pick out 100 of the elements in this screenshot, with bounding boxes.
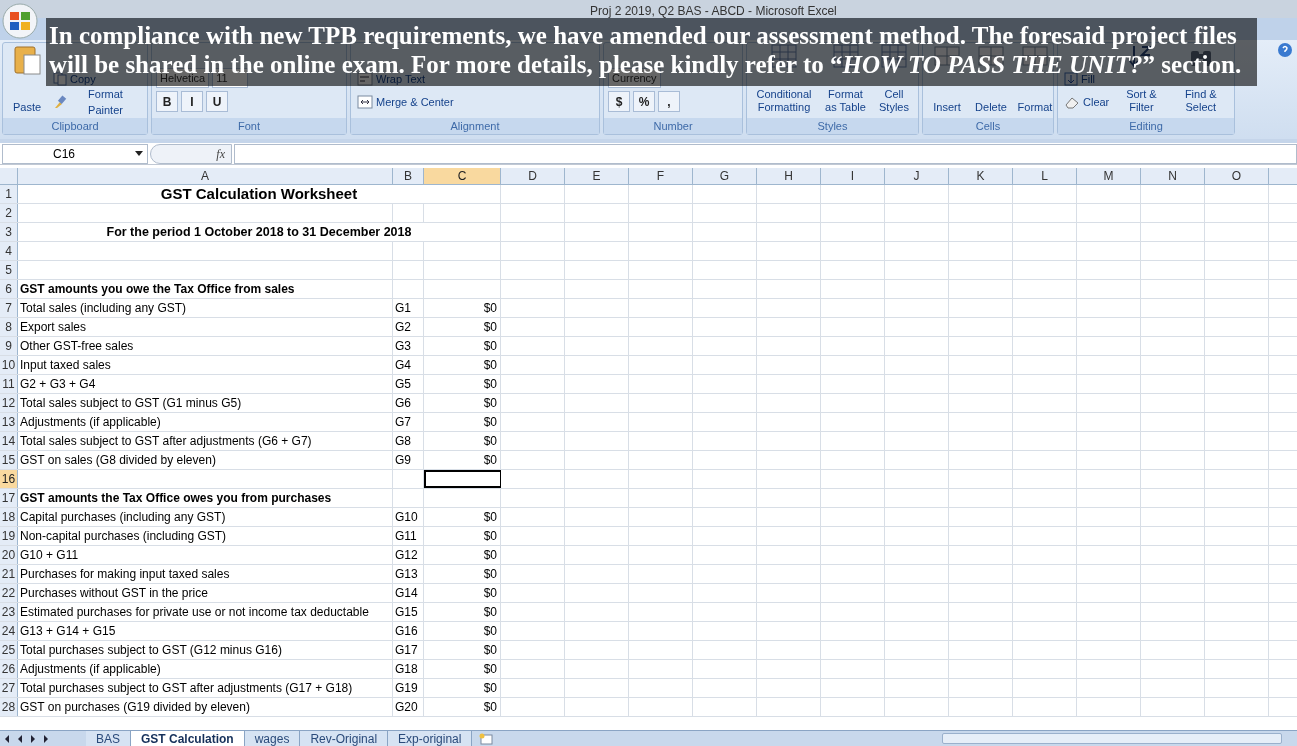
scroll-right-icon[interactable] — [42, 733, 50, 744]
scroll-right-icon[interactable] — [29, 733, 37, 744]
ribbon-button[interactable]: Merge & Center — [355, 92, 456, 112]
row-header[interactable]: 15 — [0, 451, 18, 469]
name-box[interactable]: C16 — [2, 143, 148, 164]
column-header[interactable]: K — [949, 168, 1013, 184]
active-cell[interactable] — [424, 470, 501, 488]
row-header[interactable]: 5 — [0, 261, 18, 279]
group-label: Number — [604, 118, 742, 134]
row-header[interactable]: 22 — [0, 584, 18, 602]
cell-reference: C16 — [53, 145, 75, 163]
table-cell: G19 — [393, 679, 424, 697]
formula-field[interactable] — [234, 143, 1297, 164]
table-cell: $0 — [424, 584, 501, 602]
row-header[interactable]: 4 — [0, 242, 18, 260]
table-cell: $0 — [424, 394, 501, 412]
scroll-left-icon[interactable] — [3, 733, 11, 744]
table-cell: $0 — [424, 451, 501, 469]
row-header[interactable]: 27 — [0, 679, 18, 697]
row-header[interactable]: 17 — [0, 489, 18, 507]
sheet-tab[interactable]: wages — [244, 731, 301, 746]
column-header[interactable]: L — [1013, 168, 1077, 184]
horizontal-scrollbar[interactable] — [942, 733, 1282, 744]
table-cell: G13 + G14 + G15 — [18, 622, 393, 640]
table-cell: G8 — [393, 432, 424, 450]
office-logo-icon[interactable] — [1, 2, 39, 40]
currency-style-button[interactable]: $ — [608, 91, 630, 112]
table-cell: Adjustments (if applicable) — [18, 660, 393, 678]
bold-button[interactable]: B — [156, 91, 178, 112]
table-cell: $0 — [424, 299, 501, 317]
ribbon-button[interactable]: Insert — [931, 101, 963, 114]
table-cell: $0 — [424, 660, 501, 678]
row-header[interactable]: 1 — [0, 185, 18, 203]
comma-style-button[interactable]: , — [658, 91, 680, 112]
sheet-tab[interactable]: BAS — [86, 731, 131, 746]
row-header[interactable]: 26 — [0, 660, 18, 678]
wrap-text-icon — [357, 72, 373, 86]
help-icon[interactable] — [1277, 42, 1293, 58]
ribbon-button[interactable]: Format Painter — [51, 92, 143, 112]
group-label: Cells — [923, 118, 1053, 134]
row-header[interactable]: 23 — [0, 603, 18, 621]
table-cell: $0 — [424, 432, 501, 450]
row-header[interactable]: 14 — [0, 432, 18, 450]
row-header[interactable]: 18 — [0, 508, 18, 526]
row-header[interactable]: 28 — [0, 698, 18, 716]
window-title: Proj 2 2019, Q2 BAS - ABCD - Microsoft Excel — [590, 3, 837, 20]
italic-button[interactable]: I — [181, 91, 203, 112]
percent-style-button[interactable]: % — [633, 91, 655, 112]
column-header[interactable]: G — [693, 168, 757, 184]
row-header[interactable]: 2 — [0, 204, 18, 222]
row-header[interactable]: 16 — [0, 470, 18, 488]
row-header[interactable]: 11 — [0, 375, 18, 393]
row-header[interactable]: 9 — [0, 337, 18, 355]
column-header[interactable]: J — [885, 168, 949, 184]
column-header[interactable]: A — [18, 168, 393, 184]
row-header[interactable]: 20 — [0, 546, 18, 564]
row-header[interactable]: 24 — [0, 622, 18, 640]
ribbon-button[interactable]: Find & Select — [1171, 88, 1230, 114]
column-header[interactable]: F — [629, 168, 693, 184]
column-header[interactable]: H — [757, 168, 821, 184]
column-header[interactable]: M — [1077, 168, 1141, 184]
ribbon-button[interactable]: Clear — [1062, 92, 1112, 112]
column-header[interactable]: N — [1141, 168, 1205, 184]
sheet-tab[interactable]: Rev-Original — [300, 731, 389, 746]
column-header[interactable]: I — [821, 168, 885, 184]
ribbon-button[interactable]: Sort & Filter — [1115, 88, 1168, 114]
column-header[interactable]: D — [501, 168, 565, 184]
insert-function-button[interactable]: fx — [150, 143, 232, 164]
ribbon-button[interactable]: Delete — [973, 101, 1009, 114]
row-header[interactable]: 19 — [0, 527, 18, 545]
ribbon-button[interactable]: Format — [1015, 101, 1055, 114]
row-header[interactable]: 10 — [0, 356, 18, 374]
sheet-tab[interactable]: Exp-original — [388, 731, 473, 746]
sheet-tab[interactable]: GST Calculation — [131, 731, 245, 746]
column-header[interactable]: E — [565, 168, 629, 184]
row-header[interactable]: 8 — [0, 318, 18, 336]
table-cell: Total sales (including any GST) — [18, 299, 393, 317]
ribbon-button[interactable]: Cell Styles — [874, 88, 914, 114]
ribbon-button[interactable]: Conditional Formatting — [751, 88, 817, 114]
ribbon-button[interactable]: Paste — [10, 101, 44, 114]
row-header[interactable]: 7 — [0, 299, 18, 317]
section-heading: GST amounts you owe the Tax Office from sales — [18, 280, 393, 298]
ribbon-button[interactable]: Format as Table — [821, 88, 870, 114]
down-arrow-icon — [1064, 72, 1078, 86]
row-header[interactable]: 6 — [0, 280, 18, 298]
column-header[interactable]: O — [1205, 168, 1269, 184]
table-cell: G17 — [393, 641, 424, 659]
table-cell: G13 — [393, 565, 424, 583]
group-label: Clipboard — [3, 118, 147, 134]
column-header[interactable]: C — [424, 168, 501, 184]
table-cell: $0 — [424, 318, 501, 336]
row-header[interactable]: 13 — [0, 413, 18, 431]
row-header[interactable]: 21 — [0, 565, 18, 583]
row-header[interactable]: 12 — [0, 394, 18, 412]
row-header[interactable]: 25 — [0, 641, 18, 659]
table-cell: $0 — [424, 546, 501, 564]
scroll-left-icon[interactable] — [16, 733, 24, 744]
underline-button[interactable]: U — [206, 91, 228, 112]
row-header[interactable]: 3 — [0, 223, 18, 241]
table-cell: G16 — [393, 622, 424, 640]
